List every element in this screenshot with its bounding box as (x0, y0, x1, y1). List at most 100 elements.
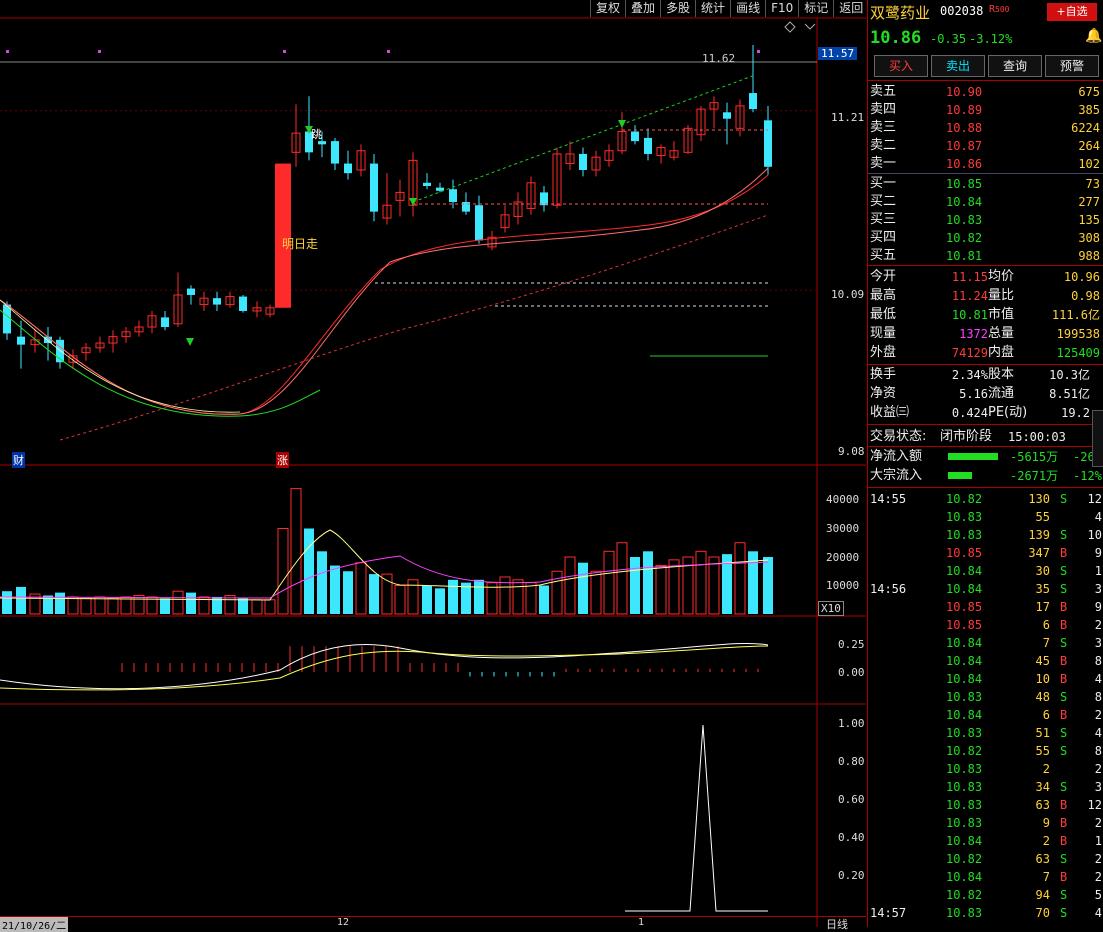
cai-marker[interactable]: 财 (12, 452, 25, 468)
tick-row: 10.84 7 S 3 (868, 634, 1103, 652)
alert-button[interactable]: 预警 (1045, 55, 1099, 77)
chart-canvas[interactable] (0, 0, 866, 927)
diamond-icon (784, 21, 796, 33)
volume-bar (264, 599, 276, 615)
zhang-marker[interactable]: 涨 (276, 452, 289, 468)
tick-row: 10.85 17 B 9 (868, 598, 1103, 616)
price-axis-label: 11.21 (831, 111, 865, 124)
stat-label: 现量 (870, 326, 897, 341)
tick-price: 10.82 (946, 888, 983, 902)
volume-bar (355, 562, 367, 615)
signal-arrow-icon (618, 120, 626, 128)
price-change: -0.35 (930, 32, 967, 46)
volume-bar (133, 594, 145, 615)
volume-axis-label: 10000 (826, 579, 860, 592)
tick-volume: 55 (1035, 510, 1050, 524)
volume-bar (603, 550, 615, 615)
buy-button[interactable]: 买入 (874, 55, 928, 77)
stat-label: 换手 (870, 367, 897, 382)
toolbar-duogu-button[interactable]: 多股 (660, 0, 695, 17)
tick-volume: 130 (1028, 492, 1050, 506)
volume-bar (317, 551, 327, 614)
tick-row: 10.85 6 B 2 (868, 616, 1103, 634)
flow-label: 净流入额 (870, 449, 923, 464)
panel-scrollbar[interactable] (1092, 410, 1103, 467)
stat-label: 均价 (988, 269, 1015, 284)
toolbar-fuquan-button[interactable]: 复权 (590, 0, 625, 17)
toolbar-fanhui-button[interactable]: 返回 (833, 0, 868, 17)
period-label[interactable]: 日线 (826, 916, 848, 932)
volume-bar (763, 557, 773, 614)
ask-volume: 385 (1078, 103, 1100, 117)
stat-row: 外盘 74129 内盘 125409 (868, 344, 1103, 362)
query-button[interactable]: 查询 (988, 55, 1042, 77)
flow-pct: -12% (1073, 469, 1102, 483)
add-watchlist-button[interactable]: +自选 (1047, 3, 1097, 21)
tick-side: S (1060, 888, 1068, 902)
stat-value: 125409 (1056, 346, 1100, 360)
bell-icon[interactable]: 🔔 (1085, 28, 1102, 44)
toolbar-f10-button[interactable]: F10 (765, 0, 798, 17)
candle-body (17, 336, 25, 345)
tick-side: S (1060, 636, 1068, 650)
tick-volume: 7 (1042, 870, 1050, 884)
volume-bar (369, 574, 379, 614)
volume-axis-label: 30000 (826, 522, 860, 535)
toolbar-biaoji-button[interactable]: 标记 (798, 0, 833, 17)
tick-row: 10.83 55 4 (868, 508, 1103, 526)
flow-label: 大宗流入 (870, 468, 923, 483)
volume-bar (643, 551, 653, 614)
tick-price: 10.83 (946, 816, 983, 830)
tick-count: 4 (1094, 672, 1102, 686)
bid-volume: 308 (1078, 231, 1100, 245)
candle-body (423, 182, 431, 186)
tick-price: 10.82 (946, 852, 983, 866)
volume-bar (630, 557, 640, 614)
tick-row: 14:57 10.83 70 S 4 (868, 904, 1103, 922)
bid-volume: 73 (1085, 177, 1100, 191)
tick-row: 14:55 10.82 130 S 12 (868, 490, 1103, 508)
volume-bar (448, 579, 458, 614)
tick-volume: 48 (1035, 690, 1050, 704)
bid-price: 10.85 (946, 177, 983, 191)
date-axis-month: 12 (337, 917, 350, 928)
tick-row: 10.84 10 B 4 (868, 670, 1103, 688)
stat-label: 最低 (870, 307, 897, 322)
toolbar-huaxian-button[interactable]: 画线 (730, 0, 765, 17)
stat-value: 19.2 (1061, 406, 1090, 420)
tick-side: S (1060, 564, 1068, 578)
stat-label: 收益㈢ (870, 405, 910, 420)
candle-body (187, 288, 195, 295)
tick-row: 10.83 63 B 12 (868, 796, 1103, 814)
volume-bar (539, 585, 549, 614)
tick-volume: 55 (1035, 744, 1050, 758)
tick-side: B (1060, 834, 1068, 848)
tick-price: 10.85 (946, 618, 983, 632)
tick-price: 10.84 (946, 636, 983, 650)
sell-button[interactable]: 卖出 (931, 55, 985, 77)
tick-price: 10.85 (946, 600, 983, 614)
trade-status-row: 交易状态: 闭市阶段 15:00:03 (868, 428, 1103, 446)
candle-body (723, 112, 731, 119)
volume-bar (394, 585, 406, 615)
candle-body (239, 296, 247, 311)
toolbar-diejia-button[interactable]: 叠加 (625, 0, 660, 17)
stat-value: 2.34% (951, 368, 988, 382)
stat-row: 收益㈢ 0.424 PE(动) 19.2 (868, 404, 1103, 422)
volume-bar (251, 599, 263, 615)
bid-price: 10.82 (946, 231, 983, 245)
stat-value: 5.16 (959, 387, 988, 401)
toolbar-tongji-button[interactable]: 统计 (695, 0, 730, 17)
tick-count: 2 (1094, 762, 1102, 776)
bid-row: 买五 10.81 988 (868, 247, 1103, 265)
ask-volume: 102 (1078, 157, 1100, 171)
stat-label: 今开 (870, 269, 897, 284)
indicator-line (625, 724, 768, 912)
tick-side: B (1060, 654, 1068, 668)
price-change-pct: -3.12% (969, 32, 1013, 46)
volume-bar (578, 562, 588, 614)
event-dot (283, 50, 286, 53)
tick-volume: 2 (1042, 762, 1050, 776)
kline-chart[interactable]: 11.57 11.21 10.09 9.08 40000 30000 20000… (0, 0, 866, 932)
volume-bar (55, 592, 65, 614)
